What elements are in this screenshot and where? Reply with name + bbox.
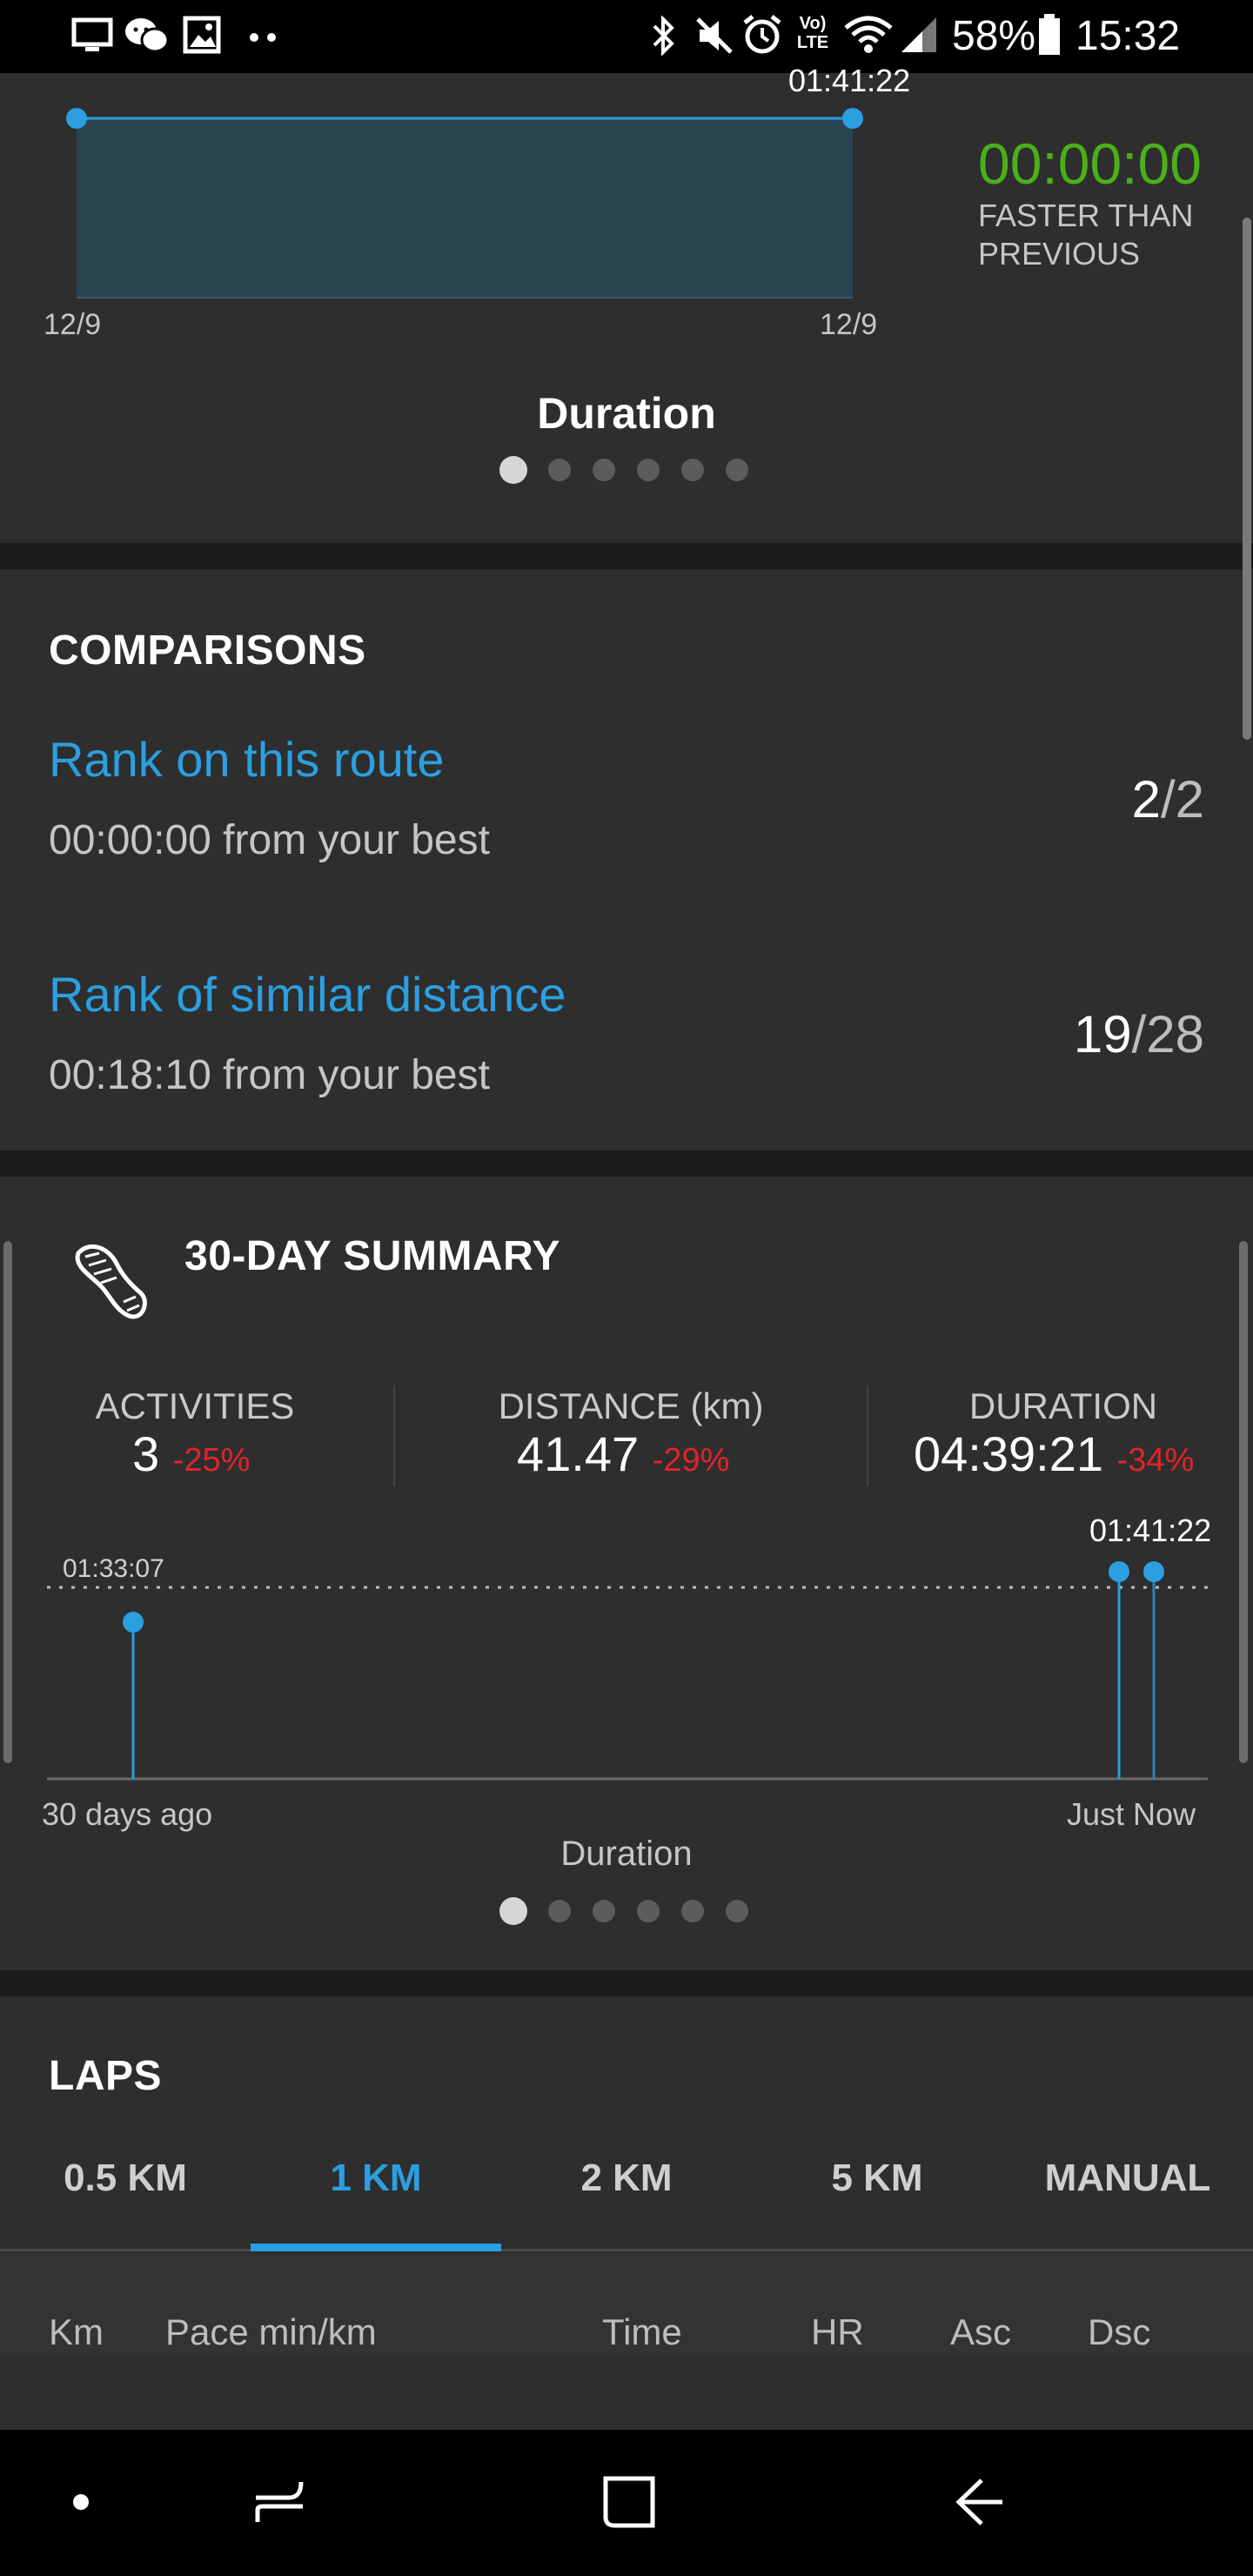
- system-nav-bar: [0, 2430, 1253, 2576]
- laps-card: LAPS: [0, 1996, 1253, 2430]
- tabs-divider: [0, 2249, 1253, 2251]
- page-dot[interactable]: [726, 459, 748, 481]
- alarm-icon: [741, 14, 783, 60]
- tab-0-5-km[interactable]: 0.5 KM: [0, 2157, 251, 2200]
- duration-card: 01:41:22 12/9 12/9 00:00:00 FASTER THAN …: [0, 63, 1253, 543]
- summary-card: 30-DAY SUMMARY ACTIVITIES 3 -25% DISTANC…: [0, 1177, 1253, 1970]
- page-dot[interactable]: [637, 459, 660, 481]
- status-bar: Vo) LTE 58% 15:32: [0, 0, 1253, 73]
- page-dot[interactable]: [499, 456, 527, 484]
- rank-route-value: 2/2: [1131, 770, 1204, 828]
- page-dot[interactable]: [681, 1900, 704, 1922]
- bar-point: [1109, 1561, 1129, 1582]
- page-dot[interactable]: [593, 1900, 615, 1922]
- duration-chart-title: Duration: [537, 389, 716, 438]
- rank-distance-value: 19/28: [1073, 1005, 1204, 1063]
- battery-percent: 58%: [952, 13, 1036, 59]
- reference-label: 01:33:07: [63, 1554, 164, 1583]
- tab-5-km[interactable]: 5 KM: [752, 2157, 1002, 2200]
- image-icon: [183, 16, 221, 58]
- col-time: Time: [602, 2311, 682, 2352]
- comparisons-card: COMPARISONS Rank on this route 00:00:00 …: [0, 569, 1253, 1150]
- laps-title: LAPS: [49, 2053, 163, 2099]
- col-asc: Asc: [950, 2311, 1012, 2352]
- rank-distance-detail: 00:18:10 from your best: [49, 1052, 490, 1098]
- comparison-label: FASTER THAN PREVIOUS: [978, 198, 1194, 272]
- recent-apps-icon[interactable]: [252, 2475, 306, 2532]
- screen-icon: [71, 17, 113, 58]
- card-right-scroll-indicator: [1239, 1241, 1248, 1763]
- volte-icon: Vo) LTE: [796, 14, 829, 52]
- duration-chart: [66, 108, 863, 299]
- rank-route-detail: 00:00:00 from your best: [49, 817, 490, 863]
- x-label-end: Just Now: [1067, 1796, 1196, 1832]
- active-tab-indicator: [251, 2244, 501, 2251]
- duration-page-indicator[interactable]: [499, 456, 761, 484]
- summary-chart-title: Duration: [560, 1835, 693, 1873]
- duration-x-tick-end: 12/9: [820, 308, 878, 341]
- col-km: Km: [49, 2311, 104, 2352]
- page-dot[interactable]: [637, 1900, 660, 1922]
- page-dot[interactable]: [681, 459, 704, 481]
- bluetooth-icon: [651, 15, 677, 60]
- bar-point: [1143, 1561, 1164, 1582]
- col-hr: HR: [811, 2311, 864, 2352]
- tab-2-km[interactable]: 2 KM: [501, 2157, 752, 2200]
- home-square-icon[interactable]: [602, 2475, 656, 2533]
- rank-distance-link[interactable]: Rank of similar distance: [49, 966, 566, 1023]
- card-left-scroll-indicator: [3, 1241, 12, 1763]
- wechat-icon: [124, 16, 171, 60]
- mute-icon: [694, 16, 734, 60]
- bar-point: [123, 1612, 144, 1633]
- col-dsc: Dsc: [1088, 2311, 1151, 2352]
- tab-manual[interactable]: MANUAL: [1002, 2157, 1253, 2200]
- summary-page-indicator[interactable]: [499, 1897, 761, 1925]
- page-dot[interactable]: [548, 459, 571, 481]
- rank-route-link[interactable]: Rank on this route: [49, 731, 444, 788]
- duration-area: [77, 118, 853, 298]
- page-dot[interactable]: [548, 1900, 571, 1922]
- back-arrow-icon[interactable]: [954, 2475, 1006, 2533]
- page-scroll-indicator: [1243, 218, 1251, 740]
- duration-point-end: [842, 108, 863, 129]
- col-pace: Pace min/km: [165, 2311, 377, 2352]
- summary-duration-chart: [47, 1561, 1208, 1781]
- duration-point-start: [66, 108, 87, 129]
- page-dot[interactable]: [726, 1900, 748, 1922]
- battery-icon: [1037, 14, 1062, 60]
- page-dot[interactable]: [499, 1897, 527, 1925]
- tab-1-km[interactable]: 1 KM: [251, 2157, 501, 2200]
- more-dots-icon: [249, 31, 278, 47]
- duration-x-tick-start: 12/9: [44, 308, 102, 341]
- x-label-start: 30 days ago: [42, 1796, 213, 1832]
- wifi-icon: [842, 14, 895, 58]
- home-dot-icon[interactable]: [71, 2492, 90, 2516]
- page-dot[interactable]: [593, 459, 615, 481]
- duration-peak-label: 01:41:22: [788, 63, 911, 98]
- summary-peak-label: 01:41:22: [1089, 1513, 1212, 1548]
- signal-icon: [900, 16, 938, 58]
- comparison-value: 00:00:00: [978, 131, 1202, 196]
- comparisons-title: COMPARISONS: [49, 627, 366, 674]
- clock: 15:32: [1075, 13, 1181, 59]
